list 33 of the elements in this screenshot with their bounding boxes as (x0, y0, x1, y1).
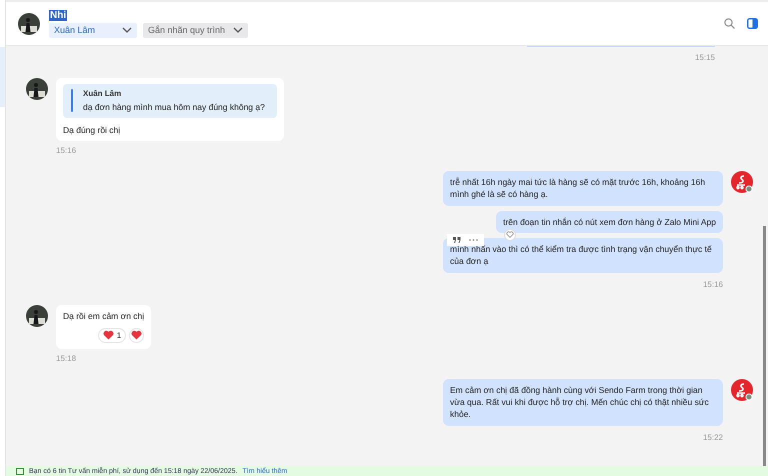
react-button[interactable] (129, 328, 144, 343)
message-time: 15:22 (702, 432, 723, 442)
avatar (18, 12, 40, 34)
avatar (26, 304, 48, 327)
panel-toggle-icon[interactable] (747, 18, 758, 29)
heart-icon (131, 330, 142, 340)
message-text: Dạ rồi em cảm ơn chị (63, 310, 144, 321)
assignee-dropdown[interactable]: Xuân Lâm (49, 22, 137, 38)
more-icon[interactable] (469, 238, 478, 241)
message-time: 15:16 (56, 146, 78, 155)
message-bubble: Em cảm ơn chị đã đồng hành cùng với Sendo Farm trong thời gian vừa qua. Rất vui khi được hỗ trợ chị. Mến chúc chị có thật nhiều sức khỏe. (443, 378, 723, 426)
shop-avatar (731, 171, 753, 193)
message-time: 15:16 (702, 280, 723, 289)
message-time: 15:18 (56, 354, 78, 363)
tag-dropdown[interactable]: Gắn nhãn quy trình (143, 22, 248, 38)
message-text: Dạ đúng rồi chị (63, 125, 122, 135)
chevron-down-icon (122, 27, 132, 33)
shop-avatar (731, 378, 753, 401)
heart-icon (102, 330, 114, 340)
message-bubble: mình nhấn vào thì có thể kiểm tra được tình trạng vận chuyển thực tế của đơn ạ (443, 238, 723, 273)
chevron-down-icon (233, 27, 244, 33)
reaction-count[interactable]: 1 (98, 328, 126, 343)
react-button[interactable] (504, 228, 516, 241)
message-bubble: trễ nhất 16h ngày mai tức là hàng sẽ có mặt trước 16h, khoảng 16h mình ghé là sẽ có hàng ạ. (443, 171, 723, 206)
avatar (26, 78, 48, 100)
chat-icon (16, 468, 24, 474)
quote-text: dạ đơn hàng mình mua hôm nay đúng không ạ? (83, 102, 265, 112)
quote-author: Xuân Lâm (83, 89, 122, 98)
heart-outline-icon (506, 231, 514, 238)
quote-icon[interactable] (453, 236, 462, 243)
search-icon[interactable] (724, 18, 735, 29)
contact-name: Nhi (49, 10, 68, 20)
message-time: 15:15 (694, 53, 715, 62)
